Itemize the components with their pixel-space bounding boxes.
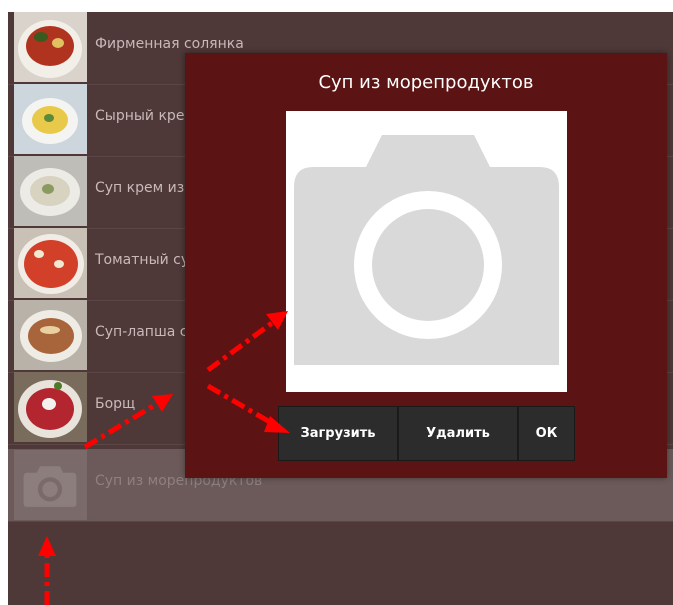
list-item-label: Суп крем из	[95, 180, 185, 196]
dish-thumbnail	[14, 156, 87, 226]
list-item-label: Томатный су	[95, 252, 190, 268]
dialog-title: Суп из морепродуктов	[318, 72, 534, 93]
dish-thumbnail	[14, 84, 87, 154]
list-item-label: Сырный кре	[95, 108, 185, 124]
dish-thumbnail	[14, 228, 87, 298]
dish-thumbnail	[14, 300, 87, 370]
app-screen: Фирменная солянка Сырный кре Суп крем из	[8, 12, 673, 605]
list-item-label: Фирменная солянка	[95, 36, 244, 52]
list-item-label: Суп-лапша с	[95, 324, 188, 340]
list-item-label: Борщ	[95, 396, 136, 412]
dish-thumbnail	[14, 12, 87, 82]
camera-placeholder-icon	[294, 135, 559, 365]
upload-button[interactable]: Загрузить	[278, 406, 398, 461]
photo-preview[interactable]	[286, 111, 567, 392]
delete-button[interactable]: Удалить	[398, 406, 518, 461]
photo-dialog: Суп из морепродуктов Загрузить Удалить О…	[185, 53, 667, 478]
dish-thumbnail	[14, 372, 87, 442]
dish-thumbnail-placeholder	[14, 450, 87, 520]
camera-icon	[23, 466, 77, 507]
ok-button[interactable]: ОК	[518, 406, 575, 461]
